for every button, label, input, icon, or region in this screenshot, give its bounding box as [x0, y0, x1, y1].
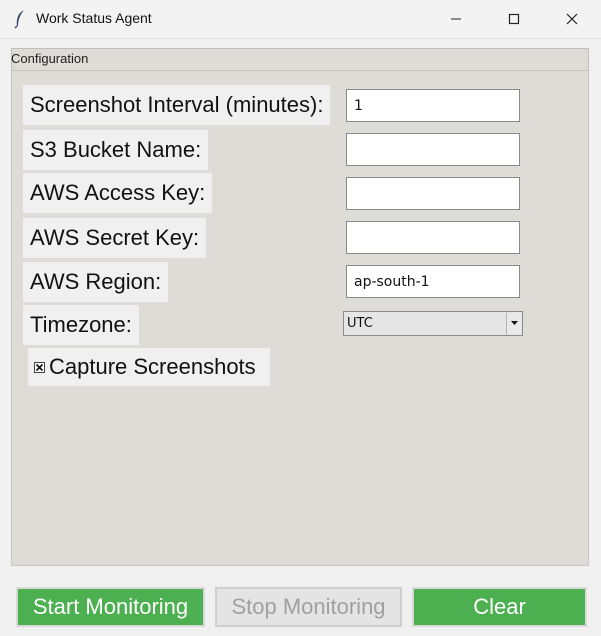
access-key-label: AWS Access Key:	[23, 173, 213, 213]
bucket-label: S3 Bucket Name:	[23, 130, 209, 170]
chevron-down-icon[interactable]	[506, 313, 521, 334]
window-title: Work Status Agent	[36, 10, 152, 26]
check-icon	[35, 363, 44, 371]
configuration-label: Configuration	[11, 51, 89, 66]
minimize-button[interactable]	[427, 0, 485, 38]
timezone-label: Timezone:	[23, 305, 139, 345]
clear-button[interactable]: Clear	[412, 587, 587, 627]
capture-checkbox[interactable]	[34, 361, 45, 373]
interval-input[interactable]	[346, 89, 520, 122]
maximize-button[interactable]	[485, 0, 543, 38]
secret-key-label: AWS Secret Key:	[23, 218, 207, 258]
region-label: AWS Region:	[23, 262, 169, 302]
region-input[interactable]	[346, 265, 520, 298]
capture-screenshots-toggle[interactable]: Capture Screenshots	[28, 348, 270, 386]
secret-key-input[interactable]	[346, 221, 520, 254]
start-monitoring-button[interactable]: Start Monitoring	[16, 587, 205, 627]
stop-monitoring-button[interactable]: Stop Monitoring	[215, 587, 402, 627]
capture-label: Capture Screenshots	[49, 354, 256, 379]
timezone-value: UTC	[347, 316, 373, 331]
feather-icon	[12, 9, 28, 29]
access-key-input[interactable]	[346, 177, 520, 210]
bucket-input[interactable]	[346, 133, 520, 166]
maximize-icon	[508, 13, 520, 25]
timezone-select[interactable]: UTC	[343, 311, 523, 336]
minimize-icon	[451, 18, 461, 20]
title-bar: Work Status Agent	[0, 0, 601, 39]
interval-label: Screenshot Interval (minutes):	[23, 85, 331, 125]
close-icon	[566, 13, 578, 25]
close-button[interactable]	[543, 0, 601, 38]
